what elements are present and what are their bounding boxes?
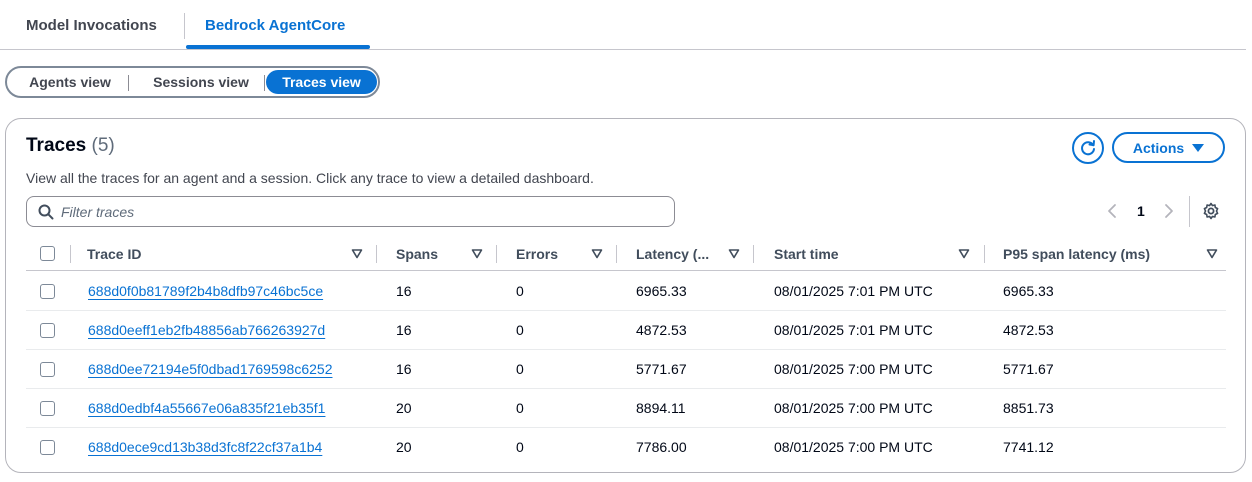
p95-cell: 7741.12 — [1003, 439, 1054, 455]
search-icon — [38, 204, 54, 220]
refresh-icon — [1081, 140, 1095, 156]
traces-container: Traces (5) View all the traces for an ag… — [5, 118, 1246, 473]
chevron-right-icon[interactable] — [1163, 203, 1175, 219]
sort-icon[interactable] — [591, 248, 603, 260]
chevron-left-icon[interactable] — [1106, 203, 1118, 219]
segment-divider — [128, 75, 129, 91]
errors-cell: 0 — [516, 361, 524, 377]
trace-id-link[interactable]: 688d0ee72194e5f0dbad1769598c6252 — [88, 361, 332, 377]
table-header: Trace ID Spans Errors Latency (... Start… — [26, 237, 1226, 271]
active-tab-indicator — [186, 45, 370, 49]
table-row[interactable]: 688d0ee72194e5f0dbad1769598c6252 16 0 57… — [26, 350, 1226, 389]
traces-description: View all the traces for an agent and a s… — [26, 170, 594, 186]
traces-title-text: Traces — [26, 135, 87, 156]
trace-id-cell: 688d0ee72194e5f0dbad1769598c6252 — [88, 350, 332, 389]
row-checkbox[interactable] — [40, 362, 55, 377]
column-divider — [753, 245, 754, 263]
top-tabs: Model Invocations Bedrock AgentCore — [0, 0, 1246, 50]
tab-divider — [184, 13, 185, 39]
latency-cell: 4872.53 — [636, 322, 687, 338]
sort-icon[interactable] — [351, 248, 363, 260]
refresh-button[interactable] — [1072, 132, 1104, 164]
p95-cell: 8851.73 — [1003, 400, 1054, 416]
traces-title: Traces (5) — [26, 135, 115, 157]
errors-cell: 0 — [516, 283, 524, 299]
errors-cell: 0 — [516, 322, 524, 338]
trace-id-link[interactable]: 688d0f0b81789f2b4b8dfb97c46bc5ce — [88, 283, 323, 299]
start-time-cell: 08/01/2025 7:01 PM UTC — [774, 283, 933, 299]
actions-label: Actions — [1132, 139, 1185, 156]
latency-cell: 8894.11 — [636, 400, 686, 416]
table-row[interactable]: 688d0ece9cd13b38d3fc8f22cf37a1b4 20 0 77… — [26, 428, 1226, 467]
table-row[interactable]: 688d0eeff1eb2fb48856ab766263927d 16 0 48… — [26, 311, 1226, 350]
trace-id-cell: 688d0f0b81789f2b4b8dfb97c46bc5ce — [88, 272, 323, 311]
row-checkbox[interactable] — [40, 440, 55, 455]
traces-count: (5) — [91, 135, 115, 156]
column-divider — [376, 245, 377, 263]
latency-cell: 7786.00 — [636, 439, 687, 455]
column-divider — [984, 245, 985, 263]
row-checkbox[interactable] — [40, 323, 55, 338]
spans-cell: 16 — [396, 322, 412, 338]
column-header-start-time[interactable]: Start time — [774, 237, 839, 271]
filter-traces-field — [26, 196, 675, 227]
sort-icon[interactable] — [728, 248, 740, 260]
column-divider — [496, 245, 497, 263]
trace-id-link[interactable]: 688d0eeff1eb2fb48856ab766263927d — [88, 322, 325, 338]
sort-icon[interactable] — [471, 248, 483, 260]
trace-id-cell: 688d0ece9cd13b38d3fc8f22cf37a1b4 — [88, 428, 322, 467]
column-divider — [70, 245, 71, 263]
spans-cell: 20 — [396, 439, 412, 455]
view-segmented-control: Agents view Sessions view Traces view — [5, 66, 380, 98]
settings-gear-icon[interactable] — [1202, 202, 1220, 220]
spans-cell: 16 — [396, 283, 412, 299]
trace-id-cell: 688d0eeff1eb2fb48856ab766263927d — [88, 311, 325, 350]
pager-divider — [1189, 196, 1190, 227]
segment-traces-view[interactable]: Traces view — [266, 70, 377, 94]
trace-id-cell: 688d0edbf4a55667e06a835f21eb35f1 — [88, 389, 325, 428]
start-time-cell: 08/01/2025 7:00 PM UTC — [774, 361, 933, 377]
start-time-cell: 08/01/2025 7:00 PM UTC — [774, 439, 933, 455]
row-checkbox[interactable] — [40, 284, 55, 299]
column-header-spans[interactable]: Spans — [396, 237, 438, 271]
page-number[interactable]: 1 — [1137, 203, 1145, 219]
segment-sessions-view[interactable]: Sessions view — [133, 70, 269, 94]
column-header-errors[interactable]: Errors — [516, 237, 558, 271]
spans-cell: 20 — [396, 400, 412, 416]
column-header-latency[interactable]: Latency (... — [636, 237, 709, 271]
filter-traces-input[interactable] — [61, 201, 661, 223]
start-time-cell: 08/01/2025 7:00 PM UTC — [774, 400, 933, 416]
tab-bedrock-agentcore[interactable]: Bedrock AgentCore — [205, 0, 345, 50]
errors-cell: 0 — [516, 400, 524, 416]
column-header-trace-id[interactable]: Trace ID — [87, 237, 141, 271]
column-header-p95-span-latency[interactable]: P95 span latency (ms) — [1003, 237, 1150, 271]
row-checkbox[interactable] — [40, 401, 55, 416]
start-time-cell: 08/01/2025 7:01 PM UTC — [774, 322, 933, 338]
sort-icon[interactable] — [958, 248, 970, 260]
latency-cell: 6965.33 — [636, 283, 687, 299]
p95-cell: 6965.33 — [1003, 283, 1054, 299]
segment-divider — [264, 75, 265, 91]
segment-agents-view[interactable]: Agents view — [11, 70, 129, 94]
latency-cell: 5771.67 — [636, 361, 687, 377]
tab-model-invocations[interactable]: Model Invocations — [26, 0, 157, 50]
errors-cell: 0 — [516, 439, 524, 455]
actions-button[interactable]: Actions — [1112, 132, 1225, 163]
p95-cell: 5771.67 — [1003, 361, 1054, 377]
caret-down-icon — [1192, 143, 1205, 152]
trace-id-link[interactable]: 688d0edbf4a55667e06a835f21eb35f1 — [88, 400, 325, 416]
select-all-checkbox[interactable] — [40, 246, 55, 261]
sort-icon[interactable] — [1206, 248, 1218, 260]
table-row[interactable]: 688d0f0b81789f2b4b8dfb97c46bc5ce 16 0 69… — [26, 272, 1226, 311]
p95-cell: 4872.53 — [1003, 322, 1054, 338]
column-divider — [616, 245, 617, 263]
table-row[interactable]: 688d0edbf4a55667e06a835f21eb35f1 20 0 88… — [26, 389, 1226, 428]
spans-cell: 16 — [396, 361, 412, 377]
trace-id-link[interactable]: 688d0ece9cd13b38d3fc8f22cf37a1b4 — [88, 439, 322, 455]
